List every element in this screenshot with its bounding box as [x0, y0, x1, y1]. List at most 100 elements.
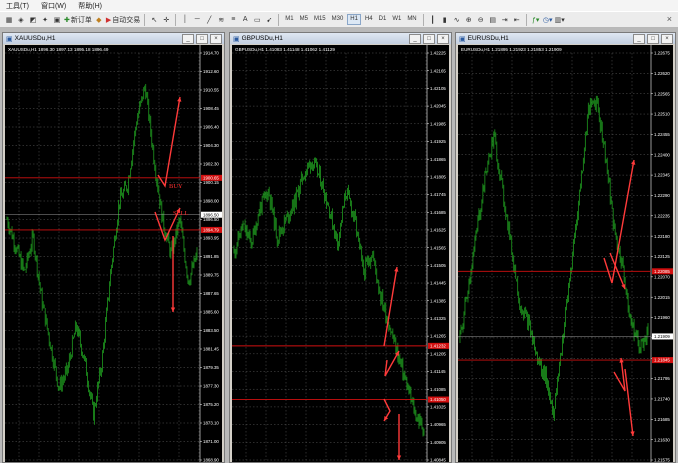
price-chart-xauusd[interactable]: 1914.70 1912.60 1910.55 1908.45 1906.40 1904.…: [5, 45, 222, 462]
menu-window[interactable]: 窗口(W): [35, 1, 72, 11]
chart-shift-icon[interactable]: ⇤: [512, 14, 522, 26]
close-icon[interactable]: ×: [667, 14, 672, 24]
toolbar-separator: [144, 13, 146, 26]
timeframe-h1[interactable]: H1: [347, 14, 361, 25]
price-axis-label: 1883.50: [203, 328, 219, 333]
profiles-icon[interactable]: ◈: [16, 14, 26, 26]
close-icon[interactable]: ×: [661, 34, 673, 44]
price-axis-label: 1.40845: [430, 458, 446, 462]
timeframe-m15[interactable]: M15: [312, 14, 328, 25]
bar-chart-icon[interactable]: ┃: [428, 14, 438, 26]
menu-tools[interactable]: 工具(T): [0, 1, 35, 11]
maximize-icon[interactable]: □: [647, 34, 659, 44]
price-axis-label: 1.21795: [654, 376, 670, 381]
templates-icon[interactable]: ▥▾: [555, 14, 565, 26]
auto-trade-button[interactable]: ▶ 自动交易: [106, 14, 140, 26]
timeframe-m30[interactable]: M30: [330, 14, 346, 25]
minimize-icon[interactable]: _: [633, 34, 645, 44]
level-price-label: 1.41232: [430, 343, 446, 348]
menu-help[interactable]: 帮助(H): [72, 1, 108, 11]
autoscroll-icon[interactable]: ⇥: [500, 14, 510, 26]
minimize-icon[interactable]: _: [409, 34, 421, 44]
horizontal-line-icon[interactable]: ─: [192, 14, 202, 26]
chart-titlebar[interactable]: ▣ GBPUSDu,H1 _ □ ×: [230, 33, 451, 44]
navigator-icon[interactable]: ✦: [40, 14, 50, 26]
price-axis-label: 1902.30: [203, 162, 219, 167]
price-chart-gbpusd[interactable]: 1.42225 1.42165 1.42105 1.42045 1.41985 1.419…: [232, 45, 449, 462]
crosshair-icon[interactable]: ✛: [161, 14, 171, 26]
trade-annotation: BUY: [169, 183, 183, 190]
periods-icon[interactable]: ◷▾: [543, 14, 553, 26]
trade-annotation: SELL: [173, 210, 189, 217]
line-chart-icon[interactable]: ∿: [452, 14, 462, 26]
timeframe-h4[interactable]: H4: [363, 14, 375, 25]
price-axis-label: 1906.40: [203, 125, 219, 130]
chart-window-gbpusd[interactable]: ▣ GBPUSDu,H1 _ □ × 1.42225 1.42165 1.42105…: [229, 32, 452, 463]
market-watch-icon[interactable]: ◩: [28, 14, 38, 26]
price-axis-label: 1.41265: [430, 334, 446, 339]
zoom-in-icon[interactable]: ⊕: [464, 14, 474, 26]
indicators-icon[interactable]: ƒ▾: [531, 14, 541, 26]
chart-titlebar[interactable]: ▣ XAUUSDu,H1 _ □ ×: [3, 33, 224, 44]
fibonacci-icon[interactable]: ≡: [228, 14, 238, 26]
price-axis-label: 1.41805: [430, 174, 446, 179]
candle-chart-icon[interactable]: ▮: [440, 14, 450, 26]
new-chart-icon[interactable]: ▦: [4, 14, 14, 26]
maximize-icon[interactable]: □: [423, 34, 435, 44]
chart-titlebar[interactable]: ▣ EURUSDu,H1 _ □ ×: [456, 33, 675, 44]
arrow-tool-icon[interactable]: ➹: [264, 14, 274, 26]
minimize-icon[interactable]: _: [182, 34, 194, 44]
price-axis-label: 1.41985: [430, 121, 446, 126]
trade-arrow: [157, 96, 181, 188]
chart-window-xauusd[interactable]: ▣ XAUUSDu,H1 _ □ × 1914.70 1912.60 1910.55…: [2, 32, 225, 463]
maximize-icon[interactable]: □: [196, 34, 208, 44]
current-price-label: 1896.50: [203, 212, 219, 217]
trend-line-icon[interactable]: ╱: [204, 14, 214, 26]
price-axis-label: 1.22070: [654, 274, 670, 279]
label-tool-icon[interactable]: ▭: [252, 14, 262, 26]
toolbar-separator: [175, 13, 177, 26]
timeframe-d1[interactable]: D1: [377, 14, 389, 25]
price-chart-eurusd[interactable]: 1.22675 1.22620 1.22565 1.22510 1.22455 1.224…: [458, 45, 673, 462]
chart-window-icon: ▣: [6, 35, 13, 43]
toolbar-separator: [278, 13, 280, 26]
channel-icon[interactable]: ≋: [216, 14, 226, 26]
terminal-icon[interactable]: ▣: [52, 14, 62, 26]
price-axis-label: 1.42165: [430, 68, 446, 73]
price-axis-label: 1.40965: [430, 422, 446, 427]
price-axis-label: 1910.55: [203, 88, 219, 93]
timeframe-m5[interactable]: M5: [298, 14, 310, 25]
price-axis-label: 1.22675: [654, 51, 670, 56]
price-axis-label: 1.22510: [654, 112, 670, 117]
price-axis-label: 1.22565: [654, 91, 670, 96]
close-icon[interactable]: ×: [210, 34, 222, 44]
price-axis-label: 1.22235: [654, 213, 670, 218]
chart-workspace: ▣ XAUUSDu,H1 _ □ × 1914.70 1912.60 1910.55…: [0, 28, 678, 463]
new-order-button[interactable]: ✚ 新订单: [64, 14, 92, 26]
close-icon[interactable]: ×: [437, 34, 449, 44]
meta-editor-icon[interactable]: ◆: [94, 14, 104, 26]
chart-header-quote: XAUUSDu,H1 1896.30 1897.13 1895.18 1896.…: [8, 47, 109, 52]
zoom-out-icon[interactable]: ⊖: [476, 14, 486, 26]
text-tool-icon[interactable]: A: [240, 14, 250, 26]
price-axis-label: 1.41145: [430, 369, 446, 374]
price-axis-label: 1896.50: [203, 217, 219, 222]
price-axis-label: 1881.45: [203, 347, 219, 352]
price-axis-label: 1.41625: [430, 228, 446, 233]
timeframe-w1[interactable]: W1: [390, 14, 403, 25]
price-axis-label: 1898.00: [203, 199, 219, 204]
cursor-icon[interactable]: ↖: [149, 14, 159, 26]
vertical-line-icon[interactable]: │: [180, 14, 190, 26]
price-axis-label: 1.41445: [430, 281, 446, 286]
price-axis-label: 1.21575: [654, 458, 670, 462]
price-axis-label: 1.22455: [654, 132, 670, 137]
level-price-label: 1.41050: [430, 397, 446, 402]
chart-window-eurusd[interactable]: ▣ EURUSDu,H1 _ □ × 1.22675 1.22620 1.22565…: [455, 32, 676, 463]
menu-bar: 工具(T) 窗口(W) 帮助(H): [0, 0, 678, 11]
price-axis-label: 1.41385: [430, 298, 446, 303]
timeframe-mn[interactable]: MN: [405, 14, 418, 25]
price-axis-label: 1887.65: [203, 291, 219, 296]
timeframe-m1[interactable]: M1: [283, 14, 295, 25]
tile-windows-icon[interactable]: ▤: [488, 14, 498, 26]
level-price-label: 1.22085: [654, 269, 670, 274]
